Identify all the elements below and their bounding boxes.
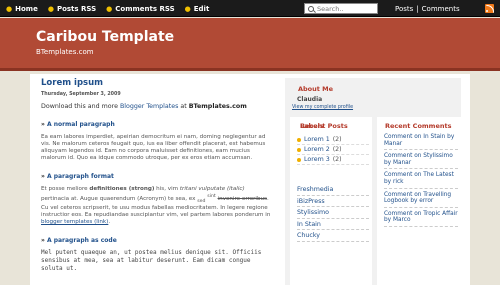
recent-comment-item[interactable]: Comment on Stylissimo by Manar	[384, 153, 458, 170]
nav-posts-rss-label: Posts RSS	[56, 4, 97, 13]
section-heading-code-label: A paragraph as code	[46, 236, 117, 244]
blogger-templates-inline-link[interactable]: blogger templates (link)	[41, 219, 108, 225]
strikethrough-text: invenire erroribus	[217, 195, 267, 202]
label-item[interactable]: Lorem 3 (2)	[297, 155, 369, 165]
label-count: (2)	[332, 136, 342, 143]
label-name: Lorem 3	[304, 156, 330, 163]
view-profile-link[interactable]: View my complete profile	[292, 105, 353, 110]
nav-comments-rss[interactable]: ● Comments RSS	[106, 5, 174, 13]
label-item[interactable]: Lorem 1 (2)	[297, 135, 369, 145]
superscript-text: sint	[207, 194, 216, 199]
recent-comment-item[interactable]: Comment on In Stain by Manar	[384, 134, 458, 151]
blog-title[interactable]: Caribou Template	[36, 29, 174, 45]
nav-home-label: Home	[15, 4, 38, 13]
recent-comments-column: Recent Comments Comment on In Stain by M…	[377, 117, 461, 285]
label-item[interactable]: Lorem 2 (2)	[297, 145, 369, 155]
nav-edit-label: Edit	[193, 4, 210, 13]
format-paragraph: Et posse meliore definitiones (strong) h…	[41, 186, 273, 226]
text: Et posse meliore	[41, 186, 90, 192]
intro-text-middle: at	[178, 103, 189, 110]
label-count: (2)	[332, 156, 342, 163]
bullet-icon: ●	[106, 4, 113, 13]
italic-text: tritani vulputate (italic)	[179, 186, 245, 192]
strong-text: definitiones (strong)	[89, 186, 155, 192]
text: his, vim	[154, 186, 180, 192]
text: te sea, ex	[166, 195, 198, 202]
recent-post-item[interactable]: iBizPress	[297, 196, 369, 208]
recent-comment-item[interactable]: Comment on Travelling Logbook by error	[384, 192, 458, 208]
code-paragraph: Mel putent quaeque an, ut postea melius …	[41, 248, 262, 272]
blog-header: Caribou Template BTemplates.com	[0, 18, 500, 71]
post-title[interactable]: Lorem ipsum	[41, 78, 273, 88]
section-heading-format-label: A paragraph format	[46, 173, 114, 180]
btemplates-bold: BTemplates.com	[188, 103, 247, 110]
nav-posts-rss[interactable]: ● Posts RSS	[48, 5, 96, 13]
text: .	[108, 218, 111, 225]
section-heading-normal-label: A normal paragraph	[46, 121, 115, 128]
label-name: Lorem 2	[304, 146, 330, 153]
post-date: Thursday, September 3, 2009	[41, 92, 121, 97]
bullet-icon: ●	[184, 4, 191, 13]
nav-edit[interactable]: ● Edit	[185, 5, 210, 13]
section-heading-code: » A paragraph as code	[41, 237, 273, 244]
post-intro: Download this and more Blogger Templates…	[41, 103, 273, 110]
blogger-templates-link[interactable]: Blogger Templates	[120, 103, 178, 110]
blog-description: BTemplates.com	[36, 48, 94, 56]
acronym-text: (Acronym)	[137, 195, 167, 202]
label-count: (2)	[332, 146, 342, 153]
recent-post-item[interactable]: In Stain	[297, 219, 369, 231]
comments-feed-link[interactable]: Comments	[422, 5, 460, 13]
recent-post-item[interactable]: Freshmedia	[297, 184, 369, 196]
recent-posts-title: Recent Posts	[300, 122, 348, 130]
search-input[interactable]	[317, 4, 377, 13]
posts-feed-link[interactable]: Posts	[395, 5, 413, 13]
normal-paragraph: Ea eam labores imperdiet, apeirian democ…	[41, 134, 266, 161]
recent-post-item[interactable]: Chucky	[297, 230, 369, 242]
recent-comments-list: Comment on In Stain by Manar Comment on …	[384, 134, 458, 230]
nav-home[interactable]: ● Home	[6, 5, 38, 13]
about-me-title: About Me	[298, 85, 334, 93]
bullet-dot-icon	[297, 157, 301, 162]
labels-column: Labels Lorem 1 (2) Lorem 2 (2) Lorem 3 (2) …	[290, 117, 372, 285]
recent-posts-list: Freshmedia iBizPress Stylissimo In Stain…	[297, 184, 369, 242]
main-content: Lorem ipsum Thursday, September 3, 2009 …	[41, 78, 273, 273]
section-heading-format: » A paragraph format	[41, 173, 273, 180]
nav-comments-rss-label: Comments RSS	[115, 4, 175, 13]
top-nav: ● Home ● Posts RSS ● Comments RSS ● Edit	[6, 0, 209, 17]
sidebar: About Me Claudia View my complete profil…	[285, 78, 461, 285]
bullet-dot-icon	[297, 137, 301, 142]
recent-post-item[interactable]: Stylissimo	[297, 207, 369, 219]
bullet-dot-icon	[297, 147, 301, 152]
text: pertinacia at. Augue quaerendum	[41, 195, 138, 202]
search-box[interactable]	[304, 3, 378, 14]
recent-comments-title: Recent Comments	[385, 122, 452, 130]
search-icon	[308, 5, 314, 12]
labels-list: Lorem 1 (2) Lorem 2 (2) Lorem 3 (2)	[297, 135, 369, 165]
bullet-icon: ●	[47, 4, 54, 13]
feed-links: Posts | Comments	[395, 0, 460, 17]
intro-text: Download this and more	[41, 103, 120, 110]
top-navigation-bar: ●Home ●Posts RSS ●Comments RSS ●Edit Pos…	[0, 0, 500, 17]
recent-comment-item[interactable]: Comment on The Latest by rick	[384, 172, 458, 189]
recent-comment-item[interactable]: Comment on Tropic Affair by Marco	[384, 211, 458, 227]
rss-feed-icon[interactable]	[485, 4, 494, 13]
label-name: Lorem 1	[304, 136, 330, 143]
separator: |	[416, 4, 419, 13]
author-name: Claudia	[297, 96, 323, 103]
section-heading-normal: » A normal paragraph	[41, 121, 273, 128]
bullet-icon: ●	[6, 4, 13, 13]
